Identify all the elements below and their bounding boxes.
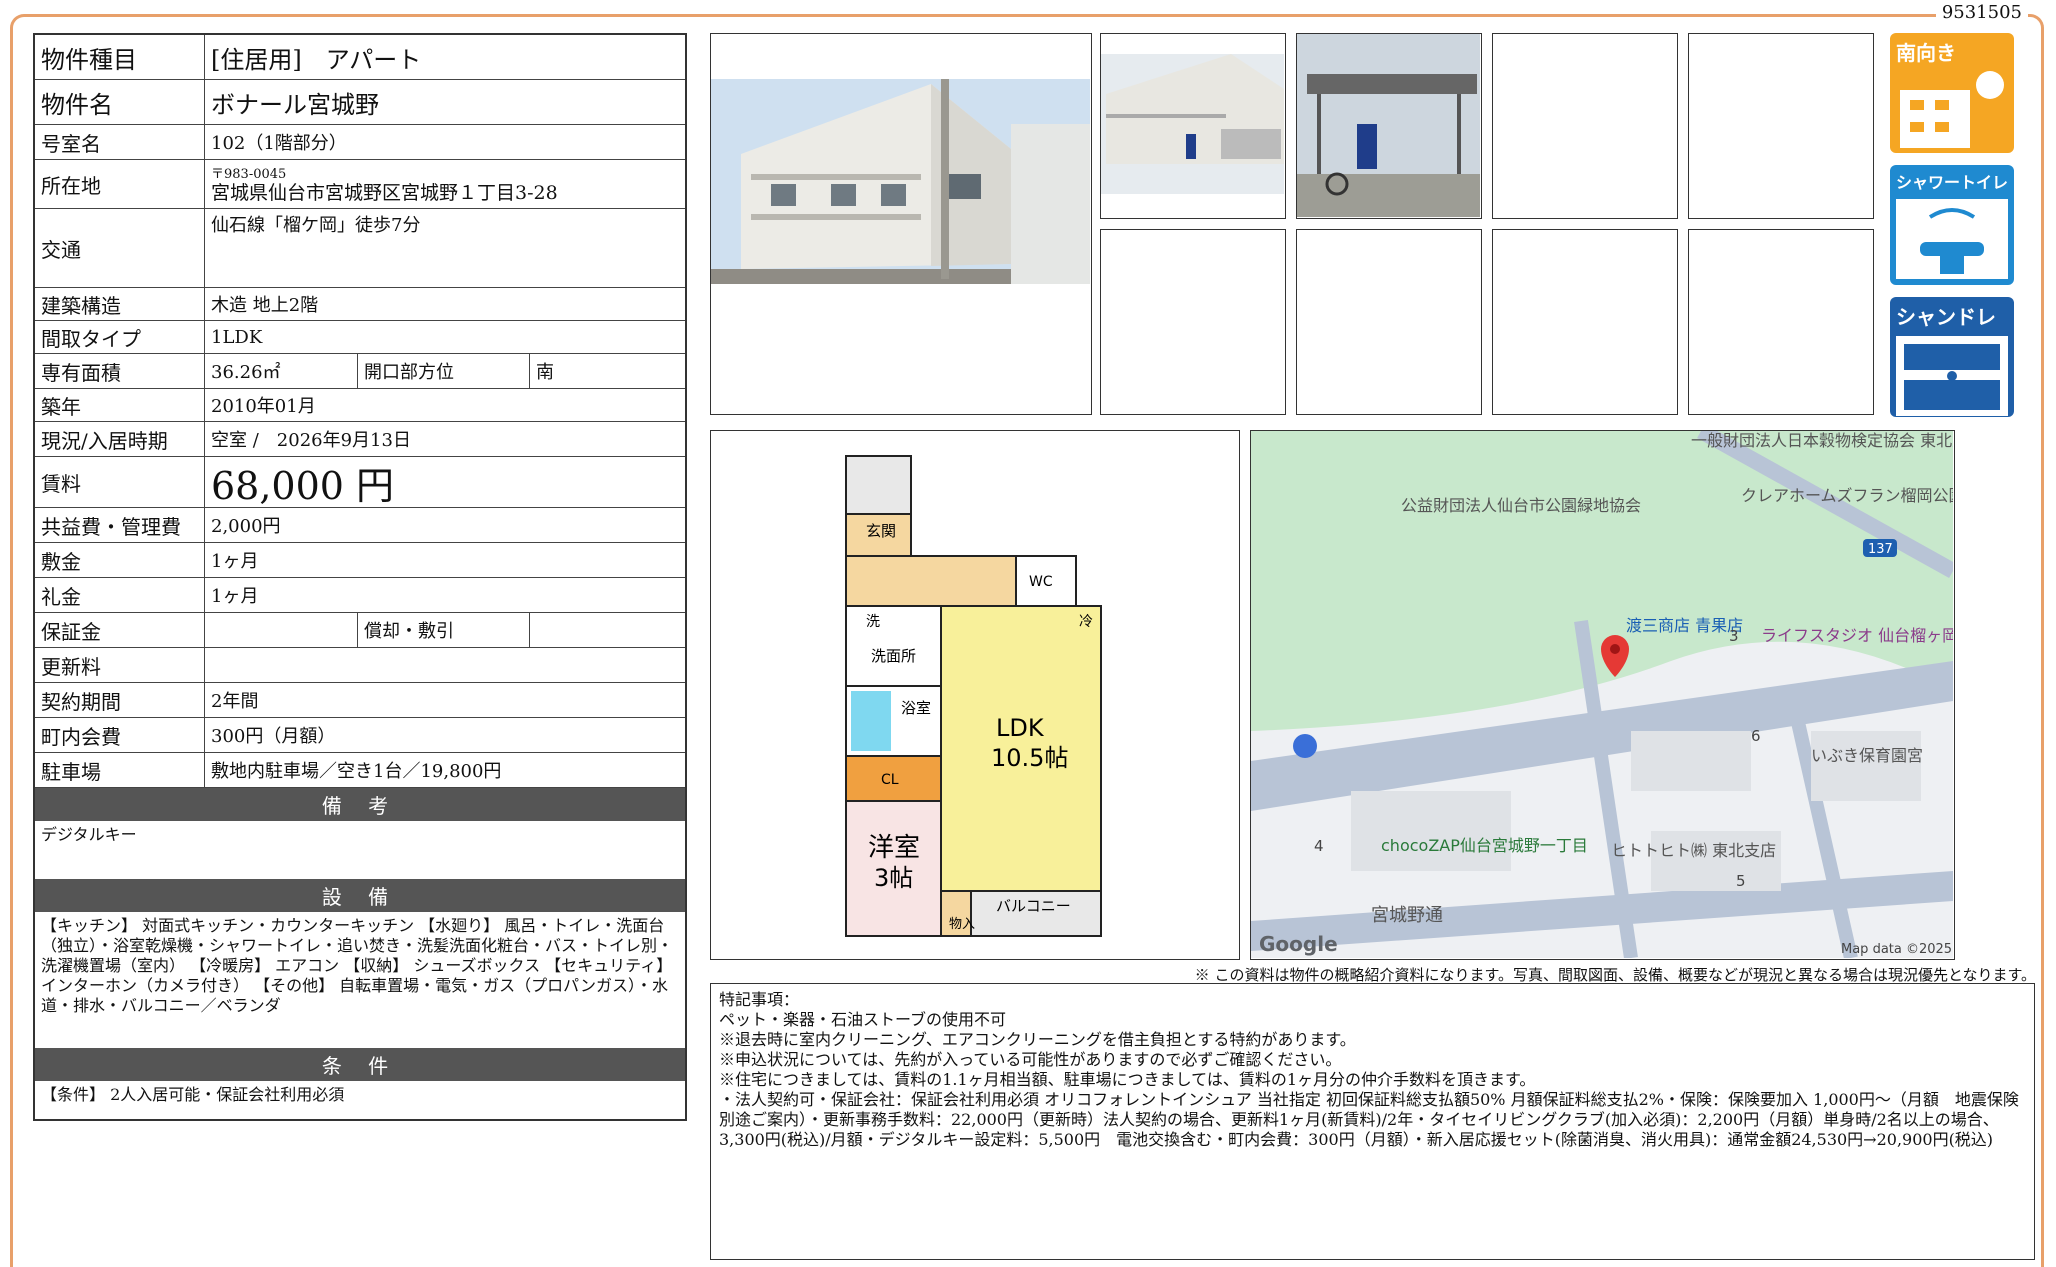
note-line: ペット・楽器・石油ストーブの使用不可 [719, 1010, 1007, 1029]
row-parking: 駐車場 敷地内駐車場／空き1台／19,800円 [35, 753, 685, 788]
property-id: 9531505 [1935, 2, 2028, 23]
fp-bedroom-name: 洋室 [868, 833, 920, 863]
map-label-6: いぶき保育園宮 [1811, 746, 1923, 765]
row-area: 専有面積 36.26㎡ 開口部方位南 [35, 354, 685, 389]
floorplan: 玄関 WC 洗 洗面所 冷 浴室 CL 洋室 3帖 物入 LDK 10.5帖 バ… [710, 430, 1240, 960]
row-address: 所在地 〒983-0045 宮城県仙台市宮城野区宮城野１丁目3-28 [35, 160, 685, 209]
property-table: 物件種目 [住居用] アパート 物件名 ボナール宮城野 号室名 102（1階部分） 所… [33, 33, 687, 1121]
map-label-1: 公益財団法人仙台市公園緑地協会 [1401, 496, 1641, 515]
row-deposit: 敷金 1ヶ月 [35, 543, 685, 578]
shower-toilet-icon [1896, 199, 2008, 279]
map-label-9: 宮城野通 [1371, 905, 1443, 926]
remarks-text: デジタルキー [41, 825, 137, 844]
main-building-photo [710, 33, 1092, 415]
special-notes: 特記事項： ペット・楽器・石油ストーブの使用不可 ※退去時に室内クリーニング、エ… [710, 983, 2035, 1260]
fp-closet: CL [881, 772, 899, 788]
fp-storage: 物入 [949, 917, 975, 932]
sun-building-icon [1900, 71, 2004, 148]
badge-shower-toilet: シャワートイレ [1890, 165, 2014, 285]
fp-balcony: バルコニー [996, 897, 1071, 915]
equipment-header: 設 備 [35, 879, 685, 912]
map-label-10: 3 [1729, 627, 1739, 645]
map-label-0: 一般財団法人日本穀物検定協会 東北支部 [1691, 431, 1953, 450]
vanity-icon [1896, 336, 2008, 416]
fp-ldk-size: 10.5帖 [991, 744, 1068, 772]
row-renewal: 更新料 [35, 648, 685, 683]
photo-slot-4 [1688, 33, 1874, 219]
map-label-11: 6 [1751, 727, 1761, 745]
address-text: 宮城県仙台市宮城野区宮城野１丁目3-28 [211, 182, 558, 204]
map-credit: Map data ©2025 [1841, 942, 1952, 957]
note-line: ※申込状況については、先約が入っている可能性がありますので必ずご確認ください。 [719, 1050, 1342, 1069]
note-line: ・法人契約可・保証会社：保証会社利用必須 オリコフォレントインシュア 当社指定 … [719, 1090, 2019, 1149]
row-rent: 賃料 68,000 円 [35, 457, 685, 508]
note-line: ※住宅につきましては、賃料の1.1ヶ月相当額、駐車場につきましては、賃料の1ヶ月… [719, 1070, 1536, 1089]
fp-washroom: 洗面所 [871, 647, 916, 665]
photo-thumb-1[interactable] [1100, 33, 1286, 219]
photo-slot-7 [1492, 229, 1678, 415]
note-line: ※退去時に室内クリーニング、エアコンクリーニングを借主負担とする特約があります。 [719, 1030, 1356, 1049]
fp-bedroom-size: 3帖 [874, 864, 913, 892]
map-label-13: 5 [1736, 872, 1746, 890]
map-label-8: ヒトトヒト㈱ 東北支店 [1611, 841, 1776, 860]
fp-wc: WC [1029, 574, 1053, 590]
map-label-12: 4 [1314, 837, 1324, 855]
row-town-fee: 町内会費 300円（月額） [35, 718, 685, 753]
map-label-7: chocoZAP仙台宮城野一丁目 [1381, 836, 1588, 855]
fp-wash: 洗 [866, 614, 880, 630]
photo-slot-5 [1100, 229, 1286, 415]
map-google-logo: Google [1259, 932, 1338, 956]
equipment-text: 【キッチン】 対面式キッチン・カウンターキッチン 【水廻り】 風呂・トイレ・洗面… [41, 916, 674, 1015]
row-type: 物件種目 [住居用] アパート [35, 35, 685, 80]
map-label-5: ライフスタジオ 仙台榴ヶ岡店 [1761, 626, 1953, 645]
badge-vanity: シャンドレ [1890, 297, 2014, 417]
fp-ldk-name: LDK [996, 714, 1045, 742]
row-guarantee: 保証金 償却・敷引 [35, 613, 685, 648]
row-access: 交通 仙石線「榴ケ岡」徒歩7分 [35, 209, 685, 288]
row-key-money: 礼金 1ヶ月 [35, 578, 685, 613]
row-layout: 間取タイプ 1LDK [35, 321, 685, 354]
disclaimer: ※ この資料は物件の概略紹介資料になります。写真、間取図面、設備、概要などが現況… [1194, 966, 2036, 984]
row-structure: 建築構造 木造 地上2階 [35, 288, 685, 321]
row-status: 現況/入居時期 空室 / 2026年9月13日 [35, 422, 685, 457]
photo-slot-8 [1688, 229, 1874, 415]
fp-entrance: 玄関 [866, 522, 896, 540]
row-common: 共益費・管理費 2,000円 [35, 508, 685, 543]
badge-south-facing: 南向き [1890, 33, 2014, 153]
photo-slot-6 [1296, 229, 1482, 415]
map-label-4: 渡三商店 青果店 [1626, 616, 1743, 635]
remarks-header: 備 考 [35, 788, 685, 821]
conditions-text: 【条件】 2人入居可能・保証会社利用必須 [41, 1085, 345, 1104]
row-room: 号室名 102（1階部分） [35, 125, 685, 160]
conditions-header: 条 件 [35, 1048, 685, 1081]
row-contract: 契約期間 2年間 [35, 683, 685, 718]
map-label-2: クレアホームズフラン榴岡公園 [1741, 486, 1953, 505]
note-line: 特記事項： [719, 990, 800, 1009]
photo-slot-3 [1492, 33, 1678, 219]
fp-bath: 浴室 [901, 699, 931, 717]
row-name: 物件名 ボナール宮城野 [35, 80, 685, 125]
fp-fridge: 冷 [1079, 614, 1093, 630]
photo-thumb-2[interactable] [1296, 33, 1482, 219]
rent-value: 68,000 円 [211, 463, 395, 508]
map-label-3: 137 [1868, 542, 1893, 557]
location-map[interactable]: 一般財団法人日本穀物検定協会 東北支部 公益財団法人仙台市公園緑地協会 クレアホ… [1250, 430, 1955, 960]
row-built: 築年 2010年01月 [35, 389, 685, 422]
